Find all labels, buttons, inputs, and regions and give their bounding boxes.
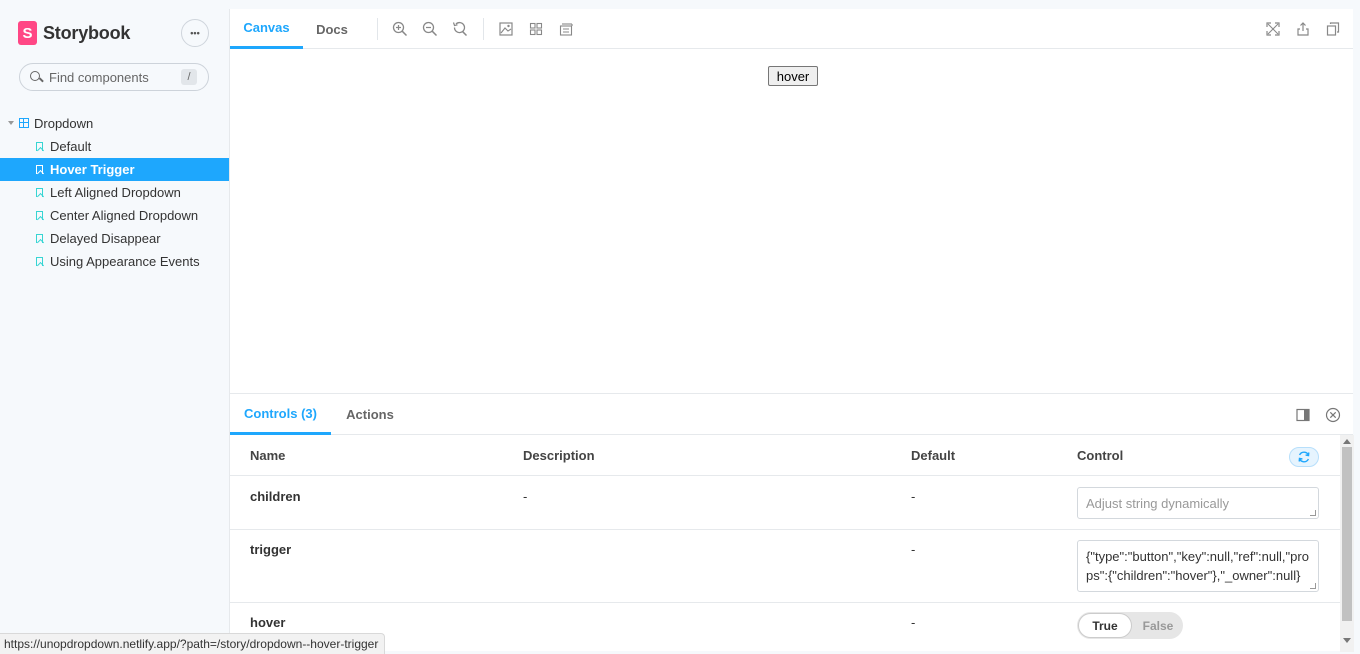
- column-header-default: Default: [911, 448, 956, 463]
- column-header-name: Name: [250, 448, 286, 463]
- tree-group-label: Dropdown: [34, 116, 94, 131]
- tree-item-center-aligned-dropdown[interactable]: Center Aligned Dropdown: [0, 204, 229, 227]
- search-shortcut-badge: /: [181, 69, 197, 85]
- trigger-text-input[interactable]: {"type":"button","key":null,"ref":null,"…: [1077, 540, 1319, 592]
- grid-icon[interactable]: [528, 21, 544, 37]
- zoom-out-icon[interactable]: [422, 21, 438, 37]
- tab-actions[interactable]: Actions: [339, 394, 401, 435]
- share-icon[interactable]: [1295, 21, 1311, 37]
- tree-item-label: Center Aligned Dropdown: [50, 208, 199, 223]
- fullscreen-icon[interactable]: [1265, 21, 1281, 37]
- tree-item-label: Delayed Disappear: [50, 231, 161, 246]
- background-icon[interactable]: [498, 21, 514, 37]
- tab-controls[interactable]: Controls (3): [230, 394, 331, 435]
- storybook-logo-icon: S: [18, 21, 37, 45]
- tree-item-hover-trigger[interactable]: Hover Trigger: [0, 158, 229, 181]
- tree-item-default[interactable]: Default: [0, 135, 229, 158]
- tree-item-label: Default: [50, 139, 92, 154]
- row-divider: [230, 475, 1340, 476]
- tree-item-label: Hover Trigger: [50, 162, 135, 177]
- storybook-brand[interactable]: S Storybook: [18, 20, 130, 46]
- component-tree: Dropdown Default Hover Trigger Left Alig…: [0, 112, 229, 273]
- tab-docs[interactable]: Docs: [307, 9, 357, 49]
- scrollbar-thumb[interactable]: [1342, 447, 1352, 621]
- tree-item-label: Using Appearance Events: [50, 254, 200, 269]
- preview-hover-button[interactable]: hover: [768, 66, 818, 86]
- resize-handle-icon[interactable]: [1310, 510, 1316, 516]
- row-divider: [230, 529, 1340, 530]
- toolbar-divider: [377, 18, 378, 40]
- ellipsis-icon: •••: [190, 28, 200, 38]
- tree-item-label: Left Aligned Dropdown: [50, 185, 181, 200]
- bookmark-icon: [36, 211, 43, 220]
- zoom-in-icon[interactable]: [392, 21, 408, 37]
- tree-item-left-aligned-dropdown[interactable]: Left Aligned Dropdown: [0, 181, 229, 204]
- caret-down-icon: [8, 121, 14, 125]
- column-header-description: Description: [523, 448, 595, 463]
- tree-item-delayed-disappear[interactable]: Delayed Disappear: [0, 227, 229, 250]
- bookmark-icon: [36, 165, 43, 174]
- resize-handle-icon[interactable]: [1310, 583, 1316, 589]
- brand-name: Storybook: [43, 22, 131, 43]
- search-icon: [29, 70, 43, 84]
- story-canvas: hover: [230, 49, 1353, 393]
- scroll-up-arrow-icon[interactable]: [1343, 439, 1351, 444]
- children-text-input[interactable]: Adjust string dynamically: [1077, 487, 1319, 519]
- search-placeholder: Find components: [49, 69, 149, 85]
- controls-scrollbar[interactable]: [1340, 435, 1354, 652]
- bookmark-icon: [36, 188, 43, 197]
- toggle-true-option[interactable]: True: [1078, 613, 1132, 638]
- prop-name: trigger: [250, 542, 292, 557]
- controls-table: Name Description Default Control childre…: [230, 435, 1340, 652]
- input-value: {"type":"button","key":null,"ref":null,"…: [1086, 549, 1309, 583]
- bookmark-icon: [36, 142, 43, 151]
- row-divider: [230, 602, 1340, 603]
- zoom-reset-icon[interactable]: [452, 21, 468, 37]
- reset-controls-button[interactable]: [1289, 447, 1319, 467]
- copy-link-icon[interactable]: [1325, 21, 1341, 37]
- prop-description: -: [523, 489, 528, 504]
- addons-tabbar: Controls (3) Actions: [230, 394, 1353, 435]
- prop-default: -: [911, 615, 916, 630]
- outline-icon[interactable]: [558, 21, 574, 37]
- prop-default: -: [911, 542, 916, 557]
- prop-name: children: [250, 489, 301, 504]
- toolbar-divider: [483, 18, 484, 40]
- refresh-icon: [1298, 451, 1310, 463]
- hover-boolean-toggle[interactable]: True False: [1077, 612, 1183, 639]
- toggle-false-option[interactable]: False: [1133, 613, 1183, 638]
- column-header-control: Control: [1077, 448, 1124, 463]
- prop-default: -: [911, 489, 916, 504]
- tree-group-dropdown[interactable]: Dropdown: [0, 112, 229, 135]
- sidebar: S Storybook ••• Find components / Dropdo…: [0, 0, 229, 654]
- main-panel: Canvas Docs hover Controls (3) Actions N…: [229, 9, 1354, 652]
- bookmark-icon: [36, 257, 43, 266]
- preview-toolbar: Canvas Docs: [230, 9, 1353, 49]
- tree-item-using-appearance-events[interactable]: Using Appearance Events: [0, 250, 229, 273]
- bookmark-icon: [36, 234, 43, 243]
- prop-name: hover: [250, 615, 286, 630]
- close-panel-icon[interactable]: [1325, 407, 1341, 423]
- component-icon: [19, 118, 29, 128]
- tab-canvas[interactable]: Canvas: [230, 9, 303, 49]
- scroll-down-arrow-icon[interactable]: [1343, 638, 1351, 643]
- addons-panel: Controls (3) Actions Name Description De…: [230, 393, 1354, 652]
- input-placeholder: Adjust string dynamically: [1086, 496, 1230, 511]
- panel-orientation-icon[interactable]: [1296, 408, 1310, 422]
- more-menu-button[interactable]: •••: [181, 19, 209, 47]
- status-bar-url: https://unopdropdown.netlify.app/?path=/…: [0, 633, 386, 654]
- search-field[interactable]: Find components /: [19, 63, 209, 91]
